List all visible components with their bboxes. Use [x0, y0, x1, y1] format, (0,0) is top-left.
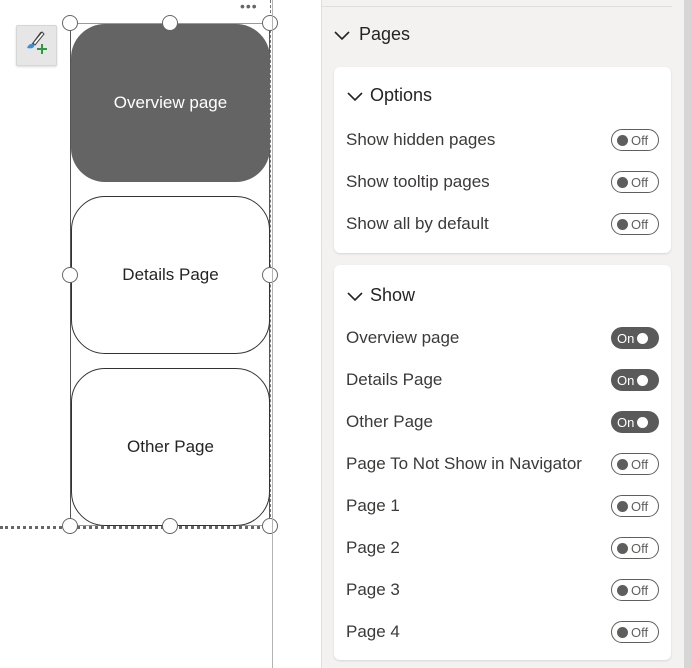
toggle-state: Off [631, 174, 649, 190]
toggle-knob [617, 626, 628, 638]
toggle-knob [617, 458, 628, 470]
chevron-down-icon [347, 291, 363, 301]
toggle-switch[interactable]: Off [611, 129, 659, 151]
option-row: Show hidden pages Off [346, 125, 659, 155]
toggle-knob [617, 500, 628, 512]
pane-divider [321, 6, 684, 7]
option-label: Show tooltip pages [346, 172, 490, 191]
toggle-knob [617, 134, 628, 146]
toggle-switch[interactable]: Off [611, 537, 659, 559]
page-label: Page 3 [346, 580, 400, 599]
nav-button-details[interactable]: Details Page [71, 196, 270, 354]
toggle-switch[interactable]: Off [611, 453, 659, 475]
page-row: Page 4 Off [346, 617, 659, 647]
toggle-switch[interactable]: On [611, 369, 659, 391]
toggle-switch[interactable]: On [611, 327, 659, 349]
resize-handle-left[interactable] [62, 267, 78, 283]
page-label: Page To Not Show in Navigator [346, 454, 582, 473]
page-boundary-bottom [0, 526, 272, 529]
toggle-state: Off [631, 456, 649, 472]
resize-handle-top[interactable] [162, 15, 178, 31]
toggle-knob [637, 416, 649, 428]
canvas-divider [272, 0, 273, 668]
resize-handle-bottom-left[interactable] [62, 518, 78, 534]
page-label: Page 2 [346, 538, 400, 557]
option-label: Show hidden pages [346, 130, 496, 149]
page-row: Page 1 Off [346, 491, 659, 521]
toggle-knob [617, 542, 628, 554]
toggle-knob [637, 332, 649, 344]
page-label: Page 4 [346, 622, 400, 641]
pane-scroll-gutter [672, 0, 684, 668]
show-card: Show Overview page On Details Page On Ot… [334, 265, 671, 660]
page-row: Other Page On [346, 407, 659, 437]
chevron-down-icon [334, 30, 350, 40]
toggle-switch[interactable]: Off [611, 171, 659, 193]
toggle-switch[interactable]: Off [611, 579, 659, 601]
page-label: Other Page [346, 412, 433, 431]
resize-handle-top-left[interactable] [62, 15, 78, 31]
option-label: Show all by default [346, 214, 489, 233]
toggle-state: On [617, 372, 635, 388]
resize-handle-bottom-right[interactable] [262, 518, 278, 534]
paintbrush-add-icon [23, 29, 51, 62]
card-title: Show [370, 285, 416, 305]
page-row: Page To Not Show in Navigator Off [346, 449, 659, 479]
page-label: Overview page [346, 328, 460, 347]
toggle-switch[interactable]: On [611, 411, 659, 433]
toggle-knob [617, 584, 628, 596]
card-title: Options [370, 85, 433, 105]
nav-button-label: Overview page [113, 93, 228, 112]
pages-section-header[interactable]: Pages [333, 24, 410, 45]
nav-button-label: Details Page [122, 265, 219, 284]
nav-button-overview[interactable]: Overview page [71, 24, 270, 182]
toggle-knob [617, 218, 628, 230]
nav-button-other[interactable]: Other Page [71, 368, 270, 526]
toggle-switch[interactable]: Off [611, 495, 659, 517]
resize-handle-top-right[interactable] [262, 15, 278, 31]
toggle-state: On [617, 330, 635, 346]
page-row: Overview page On [346, 323, 659, 353]
toggle-knob [637, 374, 649, 386]
toggle-knob [617, 176, 628, 188]
format-visual-button[interactable] [16, 25, 57, 66]
section-title: Pages [359, 24, 411, 44]
pane-scrollbar[interactable] [684, 0, 691, 668]
page-row: Page 3 Off [346, 575, 659, 605]
option-row: Show all by default Off [346, 209, 659, 239]
toggle-state: Off [631, 216, 649, 232]
option-row: Show tooltip pages Off [346, 167, 659, 197]
page-label: Details Page [346, 370, 443, 389]
more-options-icon[interactable]: ••• [240, 0, 258, 13]
options-card: Options Show hidden pages Off Show toolt… [334, 67, 671, 253]
show-card-header[interactable]: Show [346, 285, 415, 306]
toggle-state: Off [631, 624, 649, 640]
toggle-state: Off [631, 582, 649, 598]
toggle-state: Off [631, 132, 649, 148]
page-label: Page 1 [346, 496, 400, 515]
toggle-state: Off [631, 540, 649, 556]
nav-button-label: Other Page [127, 437, 214, 456]
page-row: Page 2 Off [346, 533, 659, 563]
resize-handle-right[interactable] [262, 267, 278, 283]
options-card-header[interactable]: Options [346, 85, 432, 106]
resize-handle-bottom[interactable] [162, 518, 178, 534]
toggle-switch[interactable]: Off [611, 621, 659, 643]
toggle-state: On [617, 414, 635, 430]
toggle-state: Off [631, 498, 649, 514]
page-row: Details Page On [346, 365, 659, 395]
toggle-switch[interactable]: Off [611, 213, 659, 235]
chevron-down-icon [347, 91, 363, 101]
page-boundary-right [270, 0, 271, 527]
